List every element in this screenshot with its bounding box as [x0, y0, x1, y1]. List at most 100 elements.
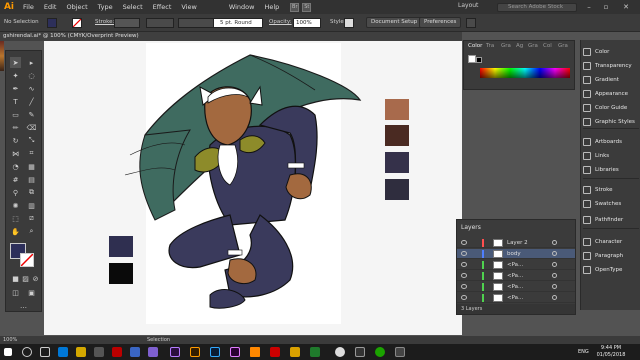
eyedropper-tool-icon[interactable]: ⚲ — [10, 187, 21, 198]
menu-window[interactable]: Window — [224, 0, 260, 14]
canvas-swatch-dark-brown[interactable] — [385, 125, 409, 146]
app-purple-icon[interactable] — [148, 347, 158, 357]
eraser-tool-icon[interactable]: ⌫ — [26, 122, 37, 133]
direct-selection-tool-icon[interactable]: ▸ — [26, 57, 37, 68]
slice-tool-icon[interactable]: ⧄ — [26, 213, 37, 224]
dock-item-artboards[interactable]: Artboards — [583, 136, 640, 148]
canvas-swatch-blue[interactable] — [109, 236, 133, 257]
tab-color[interactable]: Color — [468, 43, 482, 49]
menu-select[interactable]: Select — [118, 0, 148, 14]
gradient-tool-icon[interactable]: ▤ — [26, 174, 37, 185]
tab-transparency[interactable]: Tra — [486, 43, 494, 49]
dock-item-color-guide[interactable]: Color Guide — [583, 102, 640, 114]
menu-edit[interactable]: Edit — [39, 0, 62, 14]
file-explorer-icon[interactable] — [76, 347, 86, 357]
layer-row[interactable]: body — [457, 249, 575, 259]
dock-item-stroke[interactable]: Stroke — [583, 184, 640, 196]
language-indicator[interactable]: ENG — [578, 349, 589, 355]
layer-target-icon[interactable] — [552, 295, 557, 300]
line-tool-icon[interactable]: ╱ — [26, 96, 37, 107]
tab-gradient[interactable]: Gra — [501, 43, 511, 49]
graph-tool-icon[interactable]: ▥ — [26, 200, 37, 211]
layer-target-icon[interactable] — [552, 240, 557, 245]
vlc-icon[interactable] — [250, 347, 260, 357]
layer-row[interactable]: <Pa... — [457, 293, 575, 303]
tab-color-guide[interactable]: Col — [543, 43, 552, 49]
dock-item-swatches[interactable]: Swatches — [583, 198, 640, 210]
menu-type[interactable]: Type — [93, 0, 118, 14]
clock-time[interactable]: 9:44 PM — [596, 345, 626, 351]
screen-mode-icon[interactable]: ▣ — [26, 287, 37, 298]
layer-name[interactable]: <Pa... — [507, 295, 523, 301]
tab-graph[interactable]: Gra — [558, 43, 568, 49]
task-view-icon[interactable] — [40, 347, 50, 357]
stroke-color-box[interactable] — [20, 253, 34, 267]
visibility-eye-icon[interactable] — [461, 295, 467, 300]
free-transform-tool-icon[interactable]: ⌗ — [26, 148, 37, 159]
perspective-grid-tool-icon[interactable]: ▦ — [26, 161, 37, 172]
panel-fill-box[interactable] — [468, 55, 476, 63]
photoshop-icon[interactable] — [210, 347, 220, 357]
rotate-tool-icon[interactable]: ↻ — [10, 135, 21, 146]
menu-file[interactable]: File — [18, 0, 39, 14]
misc-app-icon[interactable] — [395, 347, 405, 357]
pencil-tool-icon[interactable]: ✏ — [10, 122, 21, 133]
document-tab[interactable]: gshirendal.ai* @ 100% (CMYK/Overprint Pr… — [0, 32, 462, 41]
app-blue-icon[interactable] — [130, 347, 140, 357]
current-tool-status[interactable]: Selection — [147, 337, 170, 343]
more-tools-icon[interactable]: … — [18, 300, 29, 311]
chrome-icon[interactable] — [335, 347, 345, 357]
windows-start-icon[interactable] — [4, 348, 12, 356]
layer-row[interactable]: <Pa... — [457, 271, 575, 281]
shape-builder-tool-icon[interactable]: ◔ — [10, 161, 21, 172]
style-swatch[interactable] — [344, 18, 354, 28]
media-icon[interactable] — [355, 347, 365, 357]
close-icon[interactable]: ✕ — [620, 2, 632, 12]
illustrator-taskbar-icon[interactable] — [190, 347, 200, 357]
paintbrush-tool-icon[interactable]: ✎ — [26, 109, 37, 120]
maximize-icon[interactable]: ▫ — [600, 2, 612, 12]
width-tool-icon[interactable]: ⋈ — [10, 148, 21, 159]
zoom-level[interactable]: 100% — [3, 337, 17, 343]
workspace-switcher[interactable]: Layout — [458, 2, 478, 9]
dock-item-opentype[interactable]: OpenType — [583, 264, 640, 276]
canvas-swatch-black[interactable] — [109, 263, 133, 284]
menu-effect[interactable]: Effect — [148, 0, 177, 14]
menu-help[interactable]: Help — [259, 0, 284, 14]
dock-item-gradient[interactable]: Gradient — [583, 74, 640, 86]
spreadsheet-icon[interactable] — [310, 347, 320, 357]
edge-icon[interactable] — [58, 347, 68, 357]
visibility-eye-icon[interactable] — [461, 284, 467, 289]
artboard-tool-icon[interactable]: ⬚ — [10, 213, 21, 224]
layer-name[interactable]: body — [507, 251, 521, 257]
opacity-label[interactable]: Opacity: — [269, 19, 292, 25]
brush-definition[interactable]: 5 pt. Round — [213, 18, 263, 28]
document-setup-button[interactable]: Document Setup — [366, 17, 423, 28]
search-taskbar-icon[interactable] — [22, 347, 32, 357]
visibility-eye-icon[interactable] — [461, 240, 467, 245]
mesh-tool-icon[interactable]: # — [10, 174, 21, 185]
pen-tool-icon[interactable]: ✒ — [10, 83, 21, 94]
layer-target-icon[interactable] — [552, 262, 557, 267]
selection-tool-icon[interactable]: ➤ — [10, 57, 21, 68]
stroke-label[interactable]: Stroke: — [95, 19, 114, 25]
dock-item-character[interactable]: Character — [583, 236, 640, 248]
canvas-swatch-skin[interactable] — [385, 99, 409, 120]
dock-item-color[interactable]: Color — [583, 46, 640, 58]
layer-name[interactable]: Layer 2 — [507, 240, 528, 246]
zoom-tool-icon[interactable]: ⌕ — [26, 226, 37, 237]
dock-item-pathfinder[interactable]: Pathfinder — [583, 214, 640, 226]
premiere-icon[interactable] — [230, 347, 240, 357]
layer-name[interactable]: <Pa... — [507, 284, 523, 290]
dock-item-paragraph[interactable]: Paragraph — [583, 250, 640, 262]
clock-date[interactable]: 01/05/2018 — [596, 352, 626, 358]
visibility-eye-icon[interactable] — [461, 262, 467, 267]
panel-stroke-box[interactable] — [476, 57, 482, 63]
layer-row[interactable]: <Pa... — [457, 260, 575, 270]
canvas-swatch-dark-navy[interactable] — [385, 179, 409, 200]
tab-appearance[interactable]: Ag — [516, 43, 523, 49]
character-artwork[interactable] — [100, 45, 370, 320]
variable-width-field[interactable] — [146, 18, 174, 28]
layer-row[interactable]: <Pa... — [457, 282, 575, 292]
layer-name[interactable]: <Pa... — [507, 273, 523, 279]
